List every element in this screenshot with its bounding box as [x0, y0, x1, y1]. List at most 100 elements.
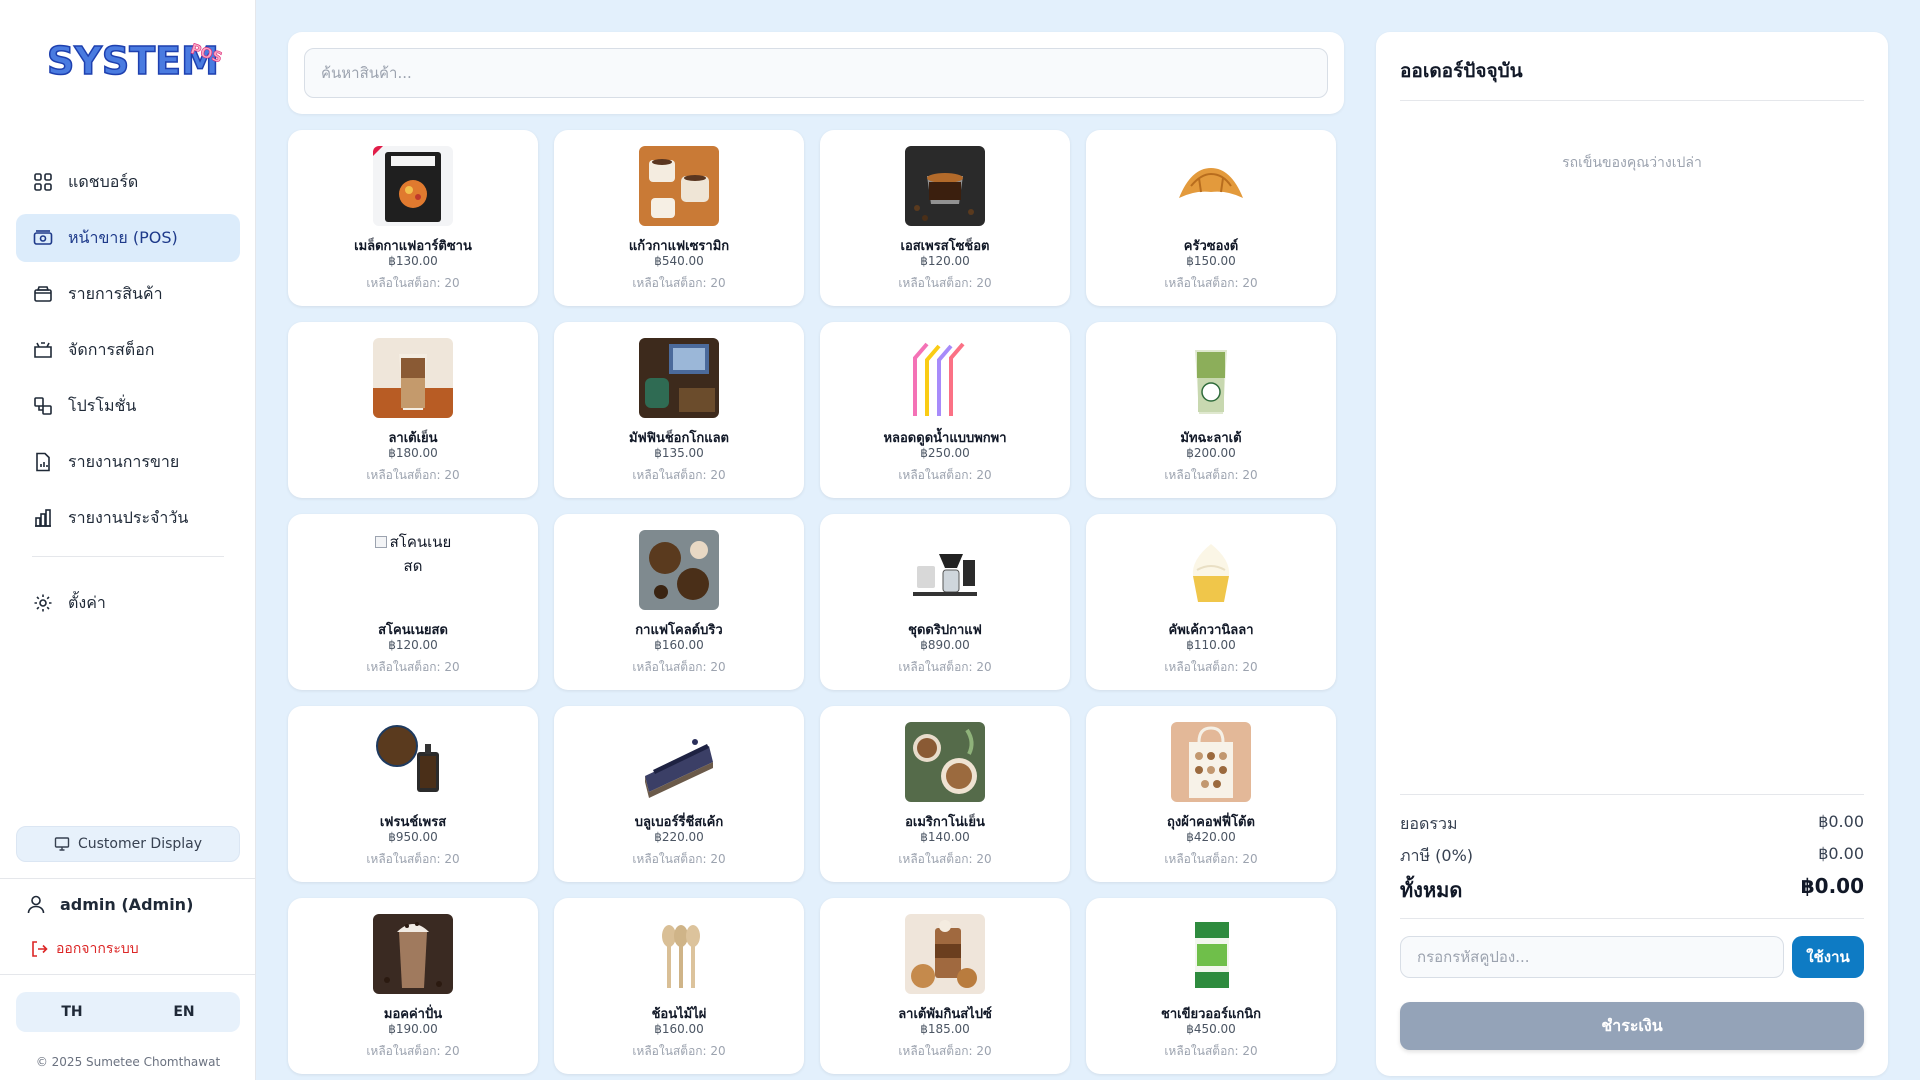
order-title: ออเดอร์ปัจจุบัน	[1400, 60, 1523, 82]
product-card[interactable]: ชาเขียวออร์แกนิก ฿450.00 เหลือในสต็อก: 20	[1086, 898, 1336, 1074]
sidebar-item-stock[interactable]: จัดการสต็อก	[16, 326, 240, 374]
total-row: ทั้งหมด ฿0.00	[1400, 874, 1864, 906]
product-name: ช้อนไม้ไผ่	[651, 1007, 707, 1022]
product-card[interactable]: เมล็ดกาแฟอาร์ติซาน ฿130.00 เหลือในสต็อก: 2…	[288, 130, 538, 306]
sidebar-item-promotions[interactable]: โปรโมชั่น	[16, 382, 240, 430]
summary-divider	[1400, 794, 1864, 795]
product-card[interactable]: บลูเบอร์รี่ชีสเค้ก ฿220.00 เหลือในสต็อก: 2…	[554, 706, 804, 882]
product-card[interactable]: เฟรนช์เพรส ฿950.00 เหลือในสต็อก: 20	[288, 706, 538, 882]
product-image	[373, 914, 453, 994]
product-name: ลาเต้เย็น	[388, 431, 438, 446]
product-stock: เหลือในสต็อก: 20	[898, 1044, 992, 1058]
sidebar-item-daily-report[interactable]: รายงานประจำวัน	[16, 494, 240, 542]
product-name: สโคนเนยสด	[378, 623, 448, 638]
product-card[interactable]: แก้วกาแฟเซรามิก ฿540.00 เหลือในสต็อก: 20	[554, 130, 804, 306]
search-input[interactable]	[304, 48, 1328, 98]
product-price: ฿190.00	[388, 1022, 438, 1036]
product-card[interactable]: ลาเต้พัมกินสไปซ์ ฿185.00 เหลือในสต็อก: 20	[820, 898, 1070, 1074]
product-card[interactable]: ครัวซองต์ ฿150.00 เหลือในสต็อก: 20	[1086, 130, 1336, 306]
sidebar-item-label: โปรโมชั่น	[68, 395, 137, 415]
lang-th-button[interactable]: TH	[16, 992, 128, 1032]
dashboard-grid-icon	[32, 171, 54, 193]
product-image	[1171, 338, 1251, 418]
subtotal-label: ยอดรวม	[1400, 814, 1458, 833]
total-label: ทั้งหมด	[1400, 878, 1463, 902]
product-card[interactable]: อเมริกาโน่เย็น ฿140.00 เหลือในสต็อก: 20	[820, 706, 1070, 882]
product-name: ลาเต้พัมกินสไปซ์	[898, 1007, 992, 1022]
sidebar-item-label: รายงานประจำวัน	[68, 507, 189, 527]
copyright: © 2025 Sumetee Chomthawat	[35, 1055, 221, 1069]
product-stock: เหลือในสต็อก: 20	[898, 276, 992, 290]
product-image-alt: สโคนเนยสด	[389, 533, 452, 575]
language-switcher: TH EN	[16, 992, 240, 1032]
stock-box-icon	[32, 339, 54, 361]
search-panel	[288, 32, 1344, 114]
product-stock: เหลือในสต็อก: 20	[1164, 660, 1258, 674]
product-card[interactable]: ลาเต้เย็น ฿180.00 เหลือในสต็อก: 20	[288, 322, 538, 498]
product-image	[373, 722, 453, 802]
product-stock: เหลือในสต็อก: 20	[632, 660, 726, 674]
product-card[interactable]: หลอดดูดน้ำแบบพกพา ฿250.00 เหลือในสต็อก: 20	[820, 322, 1070, 498]
product-image	[1171, 146, 1251, 226]
subtotal-row: ยอดรวม ฿0.00	[1400, 812, 1864, 837]
product-image	[639, 338, 719, 418]
sidebar-item-products[interactable]: รายการสินค้า	[16, 270, 240, 318]
sidebar-item-settings[interactable]: ตั้งค่า	[16, 579, 240, 627]
product-image	[639, 530, 719, 610]
product-stock: เหลือในสต็อก: 20	[632, 1044, 726, 1058]
product-image	[1171, 914, 1251, 994]
product-image	[1171, 530, 1251, 610]
product-stock: เหลือในสต็อก: 20	[366, 852, 460, 866]
product-stock: เหลือในสต็อก: 20	[1164, 852, 1258, 866]
product-name: ชุดดริปกาแฟ	[908, 623, 982, 638]
logout-button[interactable]: ออกจากระบบ	[30, 938, 139, 960]
product-image	[905, 722, 985, 802]
product-price: ฿110.00	[1186, 638, 1236, 652]
product-name: มอคค่าปั่น	[383, 1007, 443, 1022]
product-card[interactable]: สโคนเนยสด สโคนเนยสด ฿120.00 เหลือในสต็อก: 2…	[288, 514, 538, 690]
product-stock: เหลือในสต็อก: 20	[1164, 276, 1258, 290]
product-stock: เหลือในสต็อก: 20	[898, 468, 992, 482]
product-name: คัพเค้กวานิลลา	[1168, 623, 1254, 638]
product-card[interactable]: คัพเค้กวานิลลา ฿110.00 เหลือในสต็อก: 20	[1086, 514, 1336, 690]
total-divider	[1400, 918, 1864, 919]
product-card[interactable]: มอคค่าปั่น ฿190.00 เหลือในสต็อก: 20	[288, 898, 538, 1074]
product-card[interactable]: ชุดดริปกาแฟ ฿890.00 เหลือในสต็อก: 20	[820, 514, 1070, 690]
product-card[interactable]: ถุงผ้าคอฟฟี่โต้ต ฿420.00 เหลือในสต็อก: 20	[1086, 706, 1336, 882]
product-card[interactable]: ช้อนไม้ไผ่ ฿160.00 เหลือในสต็อก: 20	[554, 898, 804, 1074]
product-card[interactable]: มัทฉะลาเต้ ฿200.00 เหลือในสต็อก: 20	[1086, 322, 1336, 498]
nav-divider	[32, 556, 224, 557]
product-price: ฿180.00	[388, 446, 438, 460]
product-card[interactable]: เอสเพรสโซช็อต ฿120.00 เหลือในสต็อก: 20	[820, 130, 1070, 306]
product-image	[639, 914, 719, 994]
product-card[interactable]: กาแฟโคลด์บริว ฿160.00 เหลือในสต็อก: 20	[554, 514, 804, 690]
tax-row: ภาษี (0%) ฿0.00	[1400, 844, 1864, 869]
sidebar-item-label: แดชบอร์ด	[68, 171, 139, 191]
product-stock: เหลือในสต็อก: 20	[366, 468, 460, 482]
sidebar-item-pos[interactable]: หน้าขาย (POS)	[16, 214, 240, 262]
sidebar-divider	[0, 974, 256, 975]
product-price: ฿120.00	[388, 638, 438, 652]
product-price: ฿420.00	[1186, 830, 1236, 844]
tax-value: ฿0.00	[1818, 844, 1864, 863]
product-stock: เหลือในสต็อก: 20	[898, 660, 992, 674]
broken-image-icon: สโคนเนยสด	[373, 530, 453, 610]
bar-chart-icon	[32, 507, 54, 529]
coupon-input[interactable]	[1400, 936, 1784, 978]
apply-coupon-button[interactable]: ใช้งาน	[1792, 936, 1864, 978]
product-price: ฿140.00	[920, 830, 970, 844]
customer-display-button[interactable]: Customer Display	[16, 826, 240, 862]
pay-button[interactable]: ชำระเงิน	[1400, 1002, 1864, 1050]
sidebar-item-sales-report[interactable]: รายงานการขาย	[16, 438, 240, 486]
product-name: บลูเบอร์รี่ชีสเค้ก	[634, 815, 724, 830]
user-icon	[26, 894, 46, 914]
customer-display-label: Customer Display	[77, 836, 203, 852]
product-price: ฿950.00	[388, 830, 438, 844]
product-stock: เหลือในสต็อก: 20	[1164, 468, 1258, 482]
product-stock: เหลือในสต็อก: 20	[366, 276, 460, 290]
sidebar-item-dashboard[interactable]: แดชบอร์ด	[16, 158, 240, 206]
lang-en-button[interactable]: EN	[128, 992, 240, 1032]
product-card[interactable]: มัฟฟินช็อกโกแลต ฿135.00 เหลือในสต็อก: 20	[554, 322, 804, 498]
sidebar: SYSTEM POS แดชบอร์ด หน้าขาย (POS) รายการ…	[0, 0, 256, 1080]
sidebar-divider	[0, 878, 256, 879]
